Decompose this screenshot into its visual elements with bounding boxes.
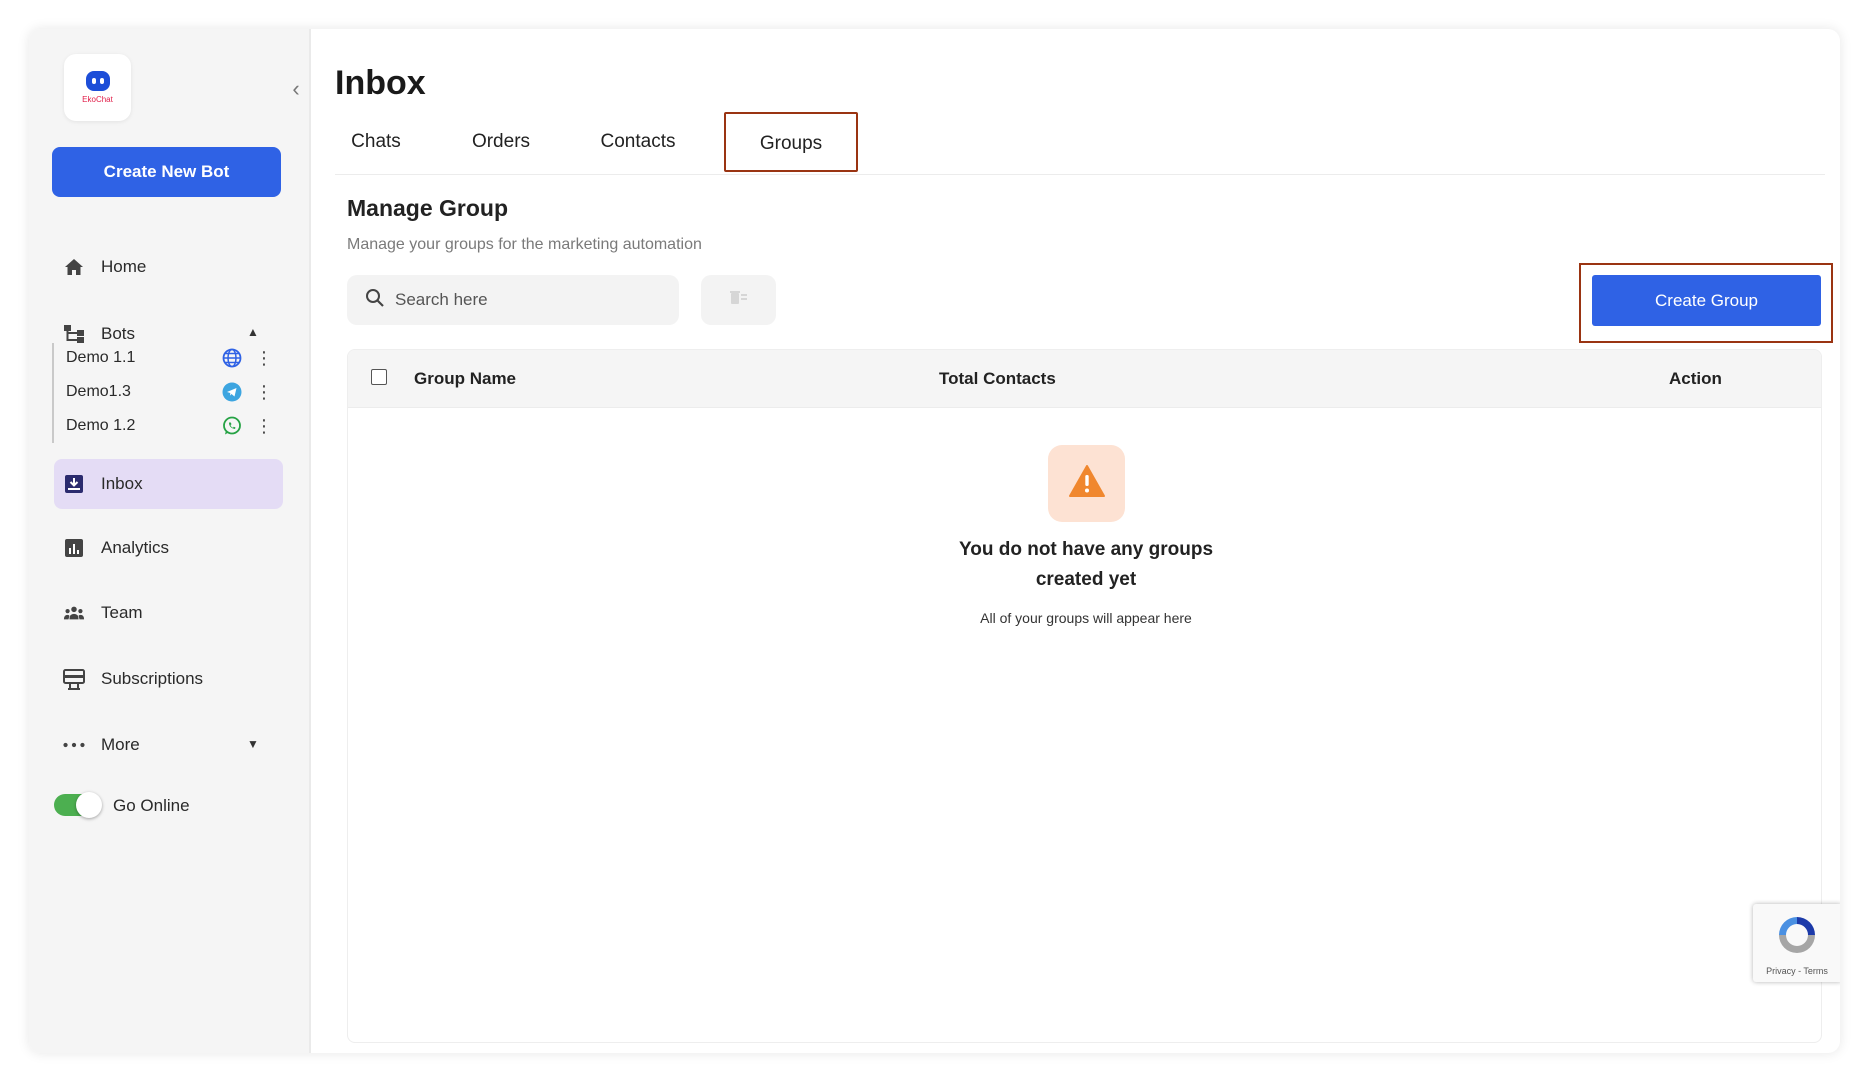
search-input[interactable] (395, 290, 655, 310)
sidebar-item-label: Bots (101, 324, 136, 343)
sidebar-item-label: Inbox (101, 474, 143, 493)
column-header-action: Action (1669, 369, 1722, 388)
sidebar-item-label: Analytics (101, 538, 170, 557)
sidebar-item-team[interactable]: Team (63, 598, 143, 628)
app-logo[interactable]: EkoChat (64, 54, 131, 121)
bulk-delete-button[interactable] (701, 275, 776, 325)
search-icon (365, 288, 385, 313)
team-icon (63, 602, 85, 624)
empty-state-subtitle: All of your groups will appear here (980, 610, 1192, 626)
bots-list: Demo 1.1 ⋮ Demo1.3 ⋮ Demo 1.2 ⋮ (52, 343, 273, 443)
select-all-checkbox[interactable] (371, 369, 387, 385)
section-title: Manage Group (347, 195, 509, 221)
table-header: Group Name Total Contacts Action (348, 350, 1821, 408)
tab-contacts[interactable]: Contacts (582, 112, 694, 172)
list-item[interactable]: Demo 1.1 ⋮ (66, 343, 273, 373)
more-vert-icon[interactable]: ⋮ (255, 417, 273, 435)
sidebar-item-label: Home (101, 257, 147, 276)
caret-down-icon[interactable]: ▼ (247, 737, 259, 751)
list-item[interactable]: Demo 1.2 ⋮ (66, 411, 273, 441)
sidebar-item-home[interactable]: Home (63, 252, 146, 282)
empty-state-title: You do not have any groups created yet (958, 539, 1214, 590)
column-header-group-name[interactable]: Group Name (414, 369, 516, 389)
analytics-icon (63, 537, 85, 559)
tab-orders[interactable]: Orders (457, 112, 545, 172)
search-box[interactable] (347, 275, 679, 325)
section-subtitle: Manage your groups for the marketing aut… (347, 236, 702, 253)
more-vert-icon[interactable]: ⋮ (255, 383, 273, 401)
sidebar: EkoChat ‹ Create New Bot Home Bots ▲ Dem… (29, 29, 311, 1053)
bot-name: Demo1.3 (66, 383, 131, 400)
sidebar-item-label: Team (101, 603, 143, 622)
web-globe-icon (221, 347, 243, 369)
inbox-icon (63, 473, 85, 495)
caret-up-icon[interactable]: ▲ (247, 325, 259, 339)
chat-bubble-logo-icon (85, 71, 110, 91)
recaptcha-badge[interactable]: Privacy - Terms (1753, 904, 1840, 982)
home-icon (63, 256, 85, 278)
column-header-total-contacts[interactable]: Total Contacts (939, 369, 1056, 389)
sidebar-item-more[interactable]: More (63, 730, 140, 760)
recaptcha-icon (1775, 913, 1819, 962)
logo-text: EkoChat (82, 95, 113, 104)
more-vert-icon[interactable]: ⋮ (255, 349, 273, 367)
page-title: Inbox (335, 64, 426, 102)
recaptcha-terms[interactable]: Privacy - Terms (1766, 966, 1828, 976)
create-new-bot-button[interactable]: Create New Bot (52, 147, 281, 197)
bot-name: Demo 1.2 (66, 417, 136, 434)
sidebar-item-subscriptions[interactable]: Subscriptions (63, 664, 203, 694)
go-online-toggle[interactable] (54, 792, 102, 818)
create-group-button[interactable]: Create Group (1592, 275, 1821, 326)
sidebar-item-analytics[interactable]: Analytics (63, 533, 169, 563)
empty-state-badge (1048, 445, 1125, 522)
telegram-icon (221, 381, 243, 403)
sidebar-item-label: More (101, 735, 140, 754)
collapse-sidebar-icon[interactable]: ‹ (286, 76, 306, 102)
whatsapp-icon (221, 415, 243, 437)
sidebar-item-inbox[interactable]: Inbox (63, 469, 143, 499)
go-online-label: Go Online (113, 796, 190, 815)
more-horiz-icon (63, 734, 85, 756)
bot-name: Demo 1.1 (66, 349, 136, 366)
bot-tree-icon (63, 323, 85, 345)
list-item[interactable]: Demo1.3 ⋮ (66, 377, 273, 407)
tab-groups[interactable]: Groups (724, 112, 858, 172)
delete-list-icon (729, 290, 749, 311)
groups-table: Group Name Total Contacts Action You do … (347, 349, 1822, 1043)
app-window: EkoChat ‹ Create New Bot Home Bots ▲ Dem… (29, 29, 1840, 1053)
subscriptions-icon (63, 668, 85, 690)
sidebar-item-label: Subscriptions (101, 669, 204, 688)
tab-chats[interactable]: Chats (335, 112, 417, 172)
tabs-divider (335, 174, 1825, 175)
warning-icon (1068, 464, 1106, 503)
